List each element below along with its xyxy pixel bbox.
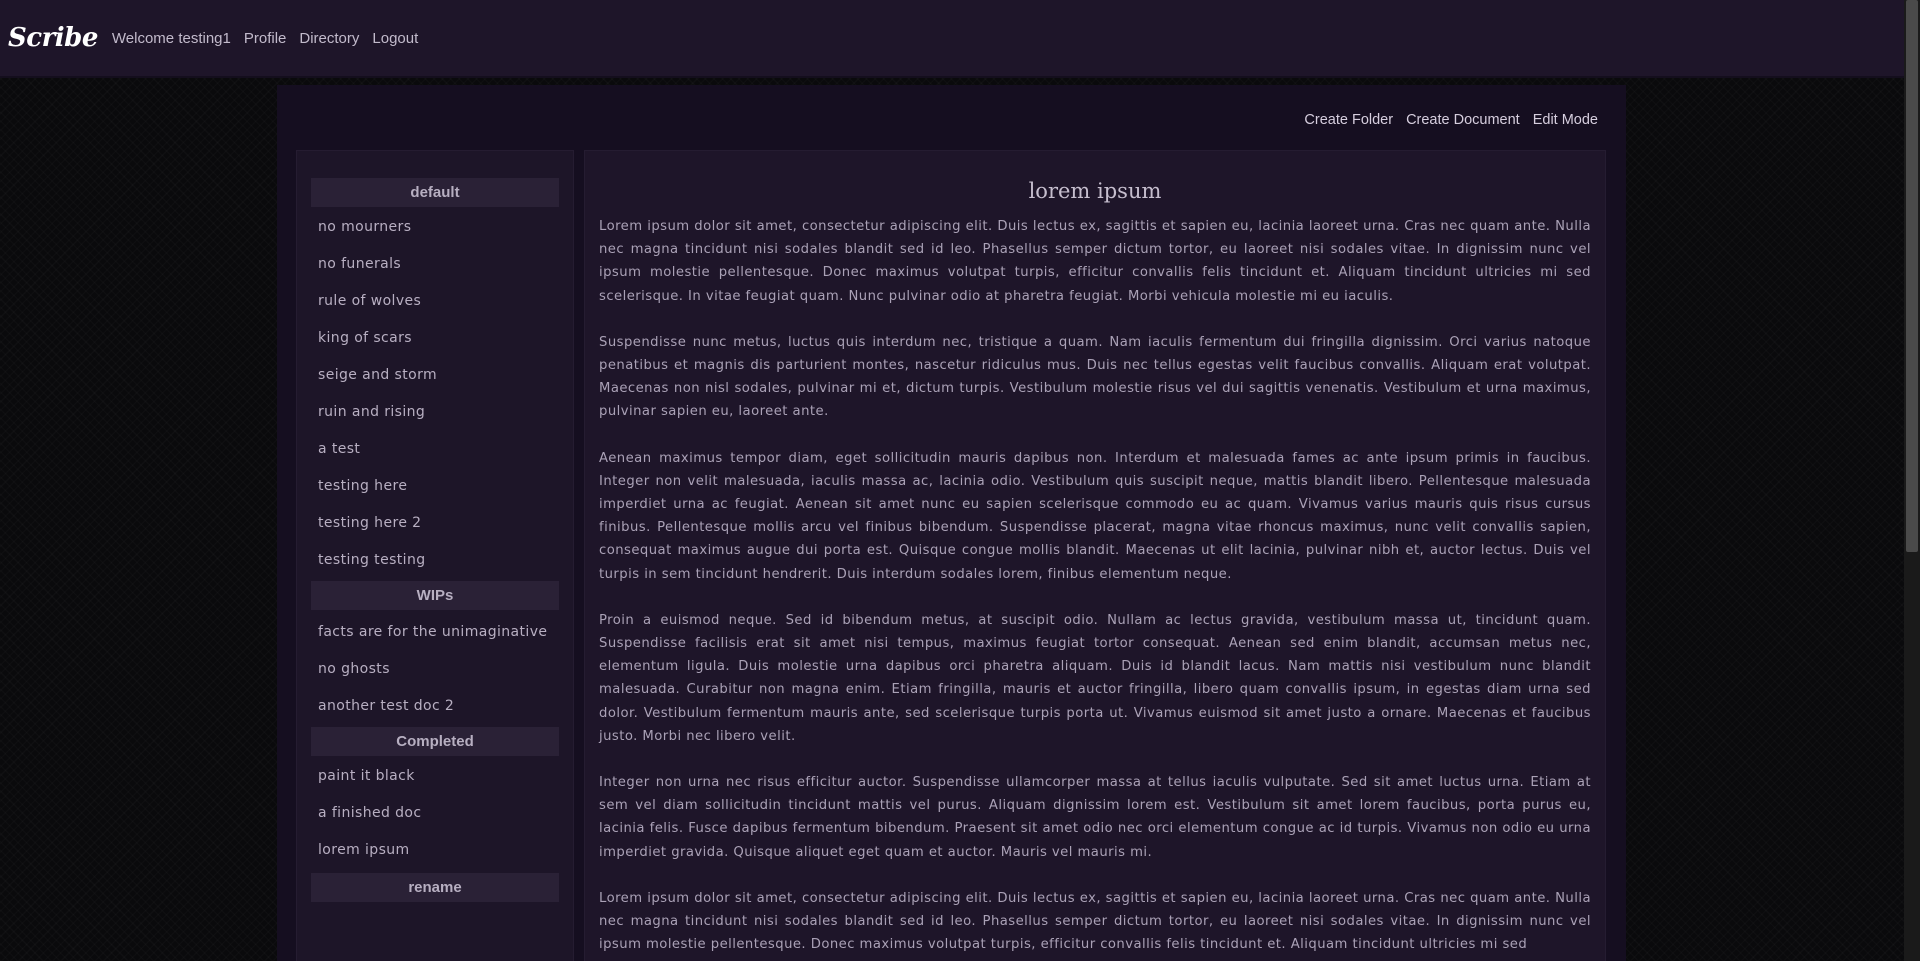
profile-link[interactable]: Profile [244, 30, 287, 47]
document-viewer: lorem ipsum Lorem ipsum dolor sit amet, … [584, 150, 1606, 961]
document-paragraph: Lorem ipsum dolor sit amet, consectetur … [599, 219, 1591, 304]
folder-header-completed[interactable]: Completed [311, 727, 559, 756]
top-navbar: Scribe Welcome testing1 Profile Director… [0, 0, 1904, 78]
create-document-button[interactable]: Create Document [1406, 112, 1520, 128]
document-link[interactable]: rule of wolves [297, 283, 573, 320]
folder-header-rename[interactable]: rename [311, 873, 559, 902]
folder-header-default[interactable]: default [311, 178, 559, 207]
document-paragraph: Integer non urna nec risus efficitur auc… [599, 775, 1591, 860]
document-paragraph: Aenean maximus tempor diam, eget sollici… [599, 450, 1591, 582]
document-body: Lorem ipsum dolor sit amet, consectetur … [585, 215, 1605, 956]
document-link[interactable]: testing here 2 [297, 505, 573, 542]
create-folder-button[interactable]: Create Folder [1304, 112, 1393, 128]
page-scrollbar[interactable] [1904, 0, 1920, 961]
document-title: lorem ipsum [1028, 179, 1162, 203]
document-paragraph: Proin a euismod neque. Sed id bibendum m… [599, 612, 1591, 744]
brand-logo[interactable]: Scribe [8, 23, 98, 53]
document-link[interactable]: king of scars [297, 320, 573, 357]
edit-mode-button[interactable]: Edit Mode [1533, 112, 1598, 128]
document-link[interactable]: a finished doc [297, 795, 573, 832]
document-link[interactable]: testing testing [297, 542, 573, 579]
welcome-text: Welcome testing1 [111, 29, 231, 47]
document-link[interactable]: facts are for the unimaginative [297, 614, 573, 651]
document-paragraph: Lorem ipsum dolor sit amet, consectetur … [599, 890, 1591, 953]
logout-link[interactable]: Logout [372, 30, 418, 47]
document-link-active[interactable]: lorem ipsum [297, 832, 573, 869]
document-link[interactable]: paint it black [297, 758, 573, 795]
document-paragraph: Suspendisse nunc metus, luctus quis inte… [599, 334, 1591, 420]
document-link[interactable]: testing here [297, 468, 573, 505]
document-actions: Create Folder Create Document Edit Mode [1304, 112, 1598, 128]
directory-link[interactable]: Directory [299, 30, 359, 47]
document-link[interactable]: seige and storm [297, 357, 573, 394]
document-link[interactable]: another test doc 2 [297, 688, 573, 725]
scrollbar-thumb[interactable] [1906, 0, 1918, 552]
document-link[interactable]: no ghosts [297, 651, 573, 688]
folder-sidebar: default no mourners no funerals rule of … [296, 150, 574, 961]
document-link[interactable]: no funerals [297, 246, 573, 283]
folder-header-wips[interactable]: WIPs [311, 581, 559, 610]
document-link[interactable]: ruin and rising [297, 394, 573, 431]
workspace-container: Create Folder Create Document Edit Mode … [277, 85, 1626, 961]
document-link[interactable]: no mourners [297, 209, 573, 246]
document-link[interactable]: a test [297, 431, 573, 468]
